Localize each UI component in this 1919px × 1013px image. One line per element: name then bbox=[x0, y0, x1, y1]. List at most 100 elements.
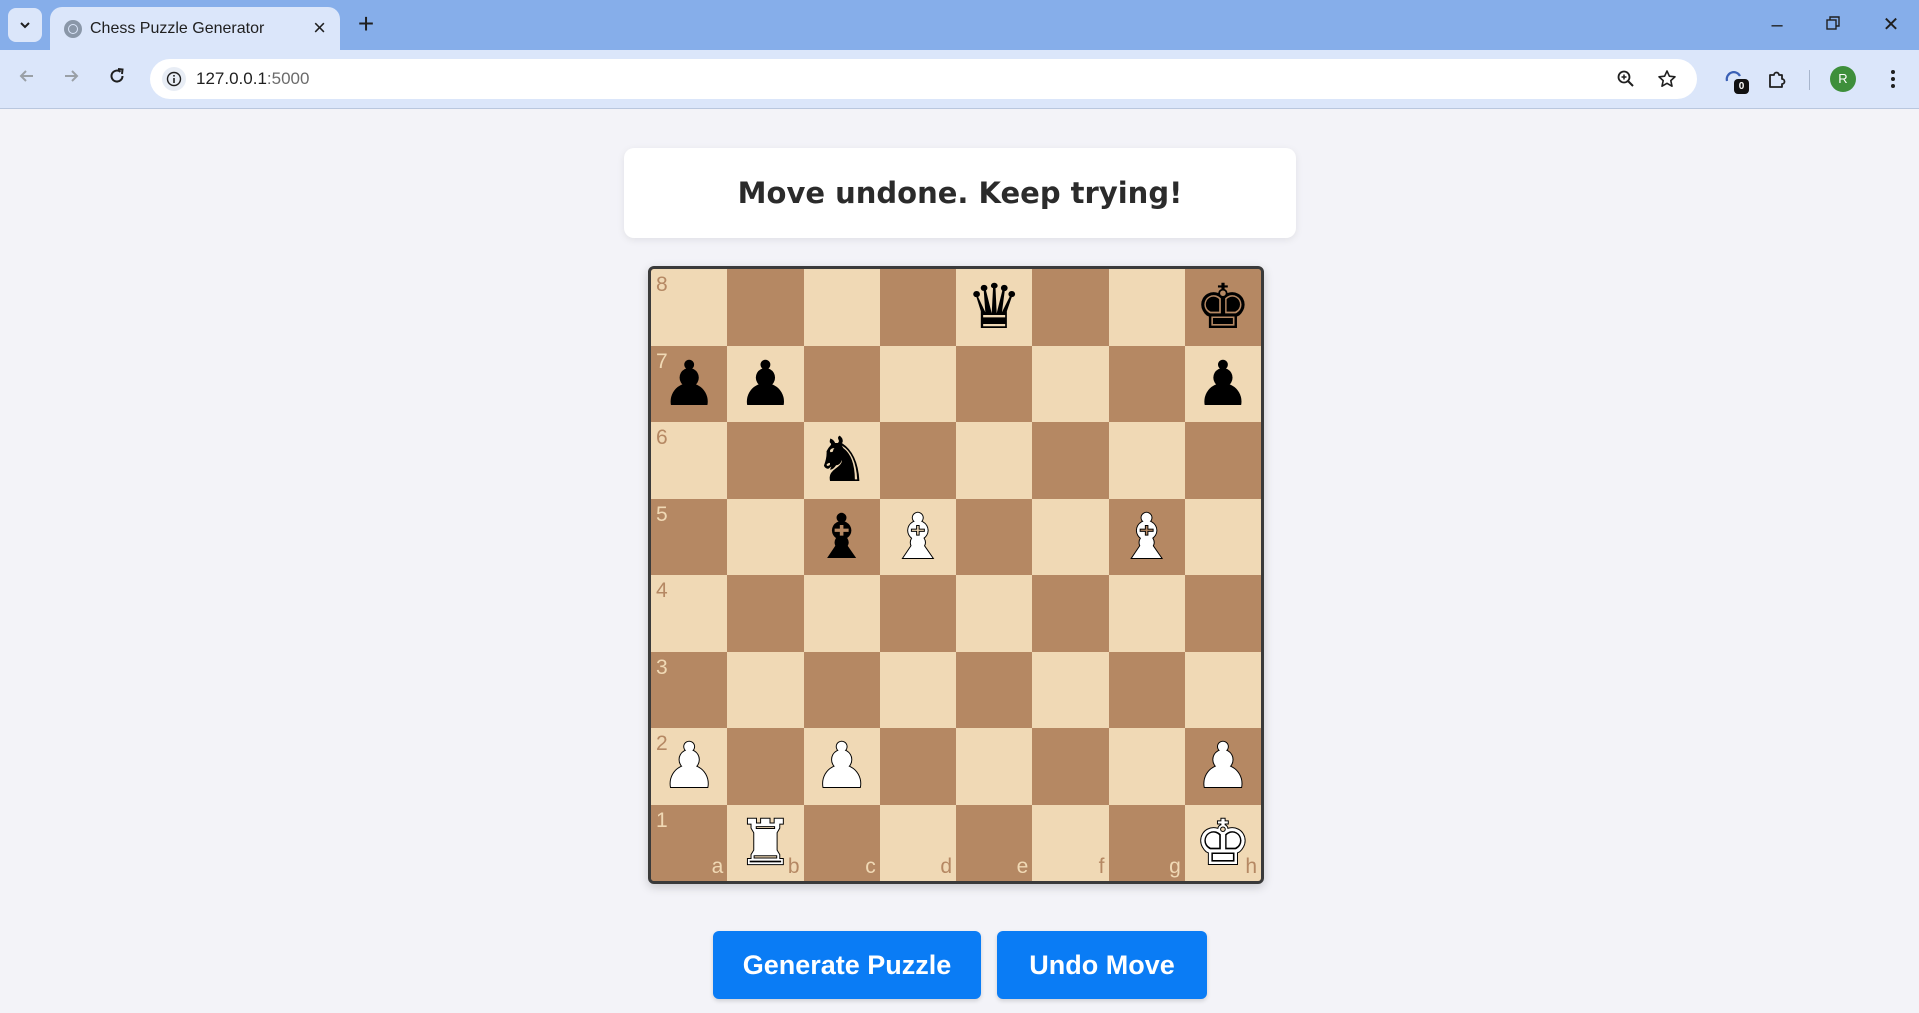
square-f1[interactable]: f bbox=[1032, 804, 1109, 881]
square-g6[interactable] bbox=[1108, 422, 1185, 499]
square-a3[interactable]: 3 bbox=[651, 651, 728, 728]
square-h1[interactable]: h ♚ bbox=[1184, 804, 1261, 882]
square-c5[interactable]: ♝ bbox=[803, 498, 880, 576]
square-e7[interactable] bbox=[956, 345, 1033, 422]
extensions-puzzle-icon[interactable] bbox=[1761, 63, 1793, 95]
black-knight-icon[interactable]: ♞ bbox=[804, 422, 880, 499]
square-e1[interactable]: e bbox=[956, 804, 1033, 881]
square-c8[interactable] bbox=[803, 269, 880, 346]
square-h8[interactable]: ♚ bbox=[1184, 269, 1261, 346]
square-g7[interactable] bbox=[1108, 345, 1185, 422]
square-b3[interactable] bbox=[727, 651, 804, 728]
square-a1[interactable]: 1a bbox=[651, 804, 728, 881]
square-h4[interactable] bbox=[1184, 575, 1261, 652]
square-f6[interactable] bbox=[1032, 422, 1109, 499]
white-pawn-icon[interactable]: ♟ bbox=[651, 728, 727, 805]
black-pawn-icon[interactable]: ♟ bbox=[727, 346, 803, 423]
square-a7[interactable]: 7 ♟ bbox=[651, 345, 728, 423]
square-h7[interactable]: ♟ bbox=[1184, 345, 1261, 423]
square-b5[interactable] bbox=[727, 498, 804, 575]
white-pawn-icon[interactable]: ♟ bbox=[1185, 728, 1261, 805]
square-d6[interactable] bbox=[879, 422, 956, 499]
undo-move-button[interactable]: Undo Move bbox=[997, 931, 1207, 999]
profile-avatar[interactable]: R bbox=[1827, 63, 1859, 95]
square-c6[interactable]: ♞ bbox=[803, 422, 880, 499]
square-d8[interactable] bbox=[879, 269, 956, 346]
square-f8[interactable] bbox=[1032, 269, 1109, 346]
white-pawn-icon[interactable]: ♟ bbox=[804, 728, 880, 805]
close-tab-icon[interactable]: × bbox=[313, 15, 326, 41]
square-g1[interactable]: g bbox=[1108, 804, 1185, 881]
square-a4[interactable]: 4 bbox=[651, 575, 728, 652]
zoom-icon[interactable] bbox=[1612, 65, 1640, 93]
white-king-icon[interactable]: ♚ bbox=[1185, 805, 1261, 882]
square-b7[interactable]: ♟ bbox=[727, 345, 804, 423]
square-c4[interactable] bbox=[803, 575, 880, 652]
url-text[interactable]: 127.0.0.1:5000 bbox=[196, 69, 309, 89]
square-d1[interactable]: d bbox=[879, 804, 956, 881]
square-g4[interactable] bbox=[1108, 575, 1185, 652]
chessboard[interactable]: 8 ♛ ♚ 7 ♟ ♟ ♟ 6 ♞ 5 ♝ ♝ ♝ 4 3 2 ♟ ♟ ♟ 1 a b ♜ c d e f g h ♚ bbox=[651, 269, 1261, 881]
square-e3[interactable] bbox=[956, 651, 1033, 728]
square-d4[interactable] bbox=[879, 575, 956, 652]
bookmark-star-icon[interactable] bbox=[1653, 65, 1681, 93]
square-c2[interactable]: ♟ bbox=[803, 728, 880, 805]
square-a6[interactable]: 6 bbox=[651, 422, 728, 499]
forward-button[interactable] bbox=[56, 64, 86, 94]
square-f5[interactable] bbox=[1032, 498, 1109, 575]
square-d3[interactable] bbox=[879, 651, 956, 728]
square-e2[interactable] bbox=[956, 728, 1033, 805]
black-queen-icon[interactable]: ♛ bbox=[956, 269, 1032, 346]
square-c3[interactable] bbox=[803, 651, 880, 728]
square-c1[interactable]: c bbox=[803, 804, 880, 881]
square-g5[interactable]: ♝ bbox=[1108, 498, 1185, 576]
square-d2[interactable] bbox=[879, 728, 956, 805]
square-b8[interactable] bbox=[727, 269, 804, 346]
restore-button[interactable] bbox=[1818, 12, 1848, 38]
square-f7[interactable] bbox=[1032, 345, 1109, 422]
new-tab-button[interactable]: + bbox=[352, 10, 380, 38]
reload-button[interactable] bbox=[102, 64, 132, 94]
back-button[interactable] bbox=[12, 64, 42, 94]
square-b2[interactable] bbox=[727, 728, 804, 805]
square-f4[interactable] bbox=[1032, 575, 1109, 652]
square-f2[interactable] bbox=[1032, 728, 1109, 805]
square-d7[interactable] bbox=[879, 345, 956, 422]
square-h3[interactable] bbox=[1184, 651, 1261, 728]
black-pawn-icon[interactable]: ♟ bbox=[1185, 346, 1261, 423]
square-a5[interactable]: 5 bbox=[651, 498, 728, 575]
black-king-icon[interactable]: ♚ bbox=[1185, 269, 1261, 346]
square-g8[interactable] bbox=[1108, 269, 1185, 346]
square-h2[interactable]: ♟ bbox=[1184, 728, 1261, 805]
square-a2[interactable]: 2 ♟ bbox=[651, 728, 728, 805]
tab-chess-puzzle-generator[interactable]: Chess Puzzle Generator × bbox=[50, 7, 340, 50]
white-bishop-icon[interactable]: ♝ bbox=[1109, 499, 1185, 576]
square-d5[interactable]: ♝ bbox=[879, 498, 956, 576]
square-b1[interactable]: b ♜ bbox=[727, 804, 804, 882]
square-g2[interactable] bbox=[1108, 728, 1185, 805]
square-b6[interactable] bbox=[727, 422, 804, 499]
square-f3[interactable] bbox=[1032, 651, 1109, 728]
generate-puzzle-button[interactable]: Generate Puzzle bbox=[713, 931, 981, 999]
square-h5[interactable] bbox=[1184, 498, 1261, 575]
square-h6[interactable] bbox=[1184, 422, 1261, 499]
tab-search-button[interactable] bbox=[8, 8, 42, 42]
site-info-icon[interactable] bbox=[162, 67, 186, 91]
square-e8[interactable]: ♛ bbox=[956, 269, 1033, 346]
square-e6[interactable] bbox=[956, 422, 1033, 499]
browser-menu-kebab-icon[interactable] bbox=[1877, 63, 1909, 95]
white-bishop-icon[interactable]: ♝ bbox=[880, 499, 956, 576]
black-pawn-icon[interactable]: ♟ bbox=[651, 346, 727, 423]
close-window-button[interactable]: ✕ bbox=[1876, 12, 1906, 38]
black-bishop-icon[interactable]: ♝ bbox=[804, 499, 880, 576]
square-b4[interactable] bbox=[727, 575, 804, 652]
address-bar[interactable]: 127.0.0.1:5000 bbox=[150, 59, 1697, 99]
square-e4[interactable] bbox=[956, 575, 1033, 652]
square-c7[interactable] bbox=[803, 345, 880, 422]
square-e5[interactable] bbox=[956, 498, 1033, 575]
extension-badge-button[interactable]: 0 bbox=[1718, 63, 1750, 95]
square-a8[interactable]: 8 bbox=[651, 269, 728, 346]
white-rook-icon[interactable]: ♜ bbox=[727, 805, 803, 882]
square-g3[interactable] bbox=[1108, 651, 1185, 728]
minimize-button[interactable]: – bbox=[1762, 12, 1792, 38]
